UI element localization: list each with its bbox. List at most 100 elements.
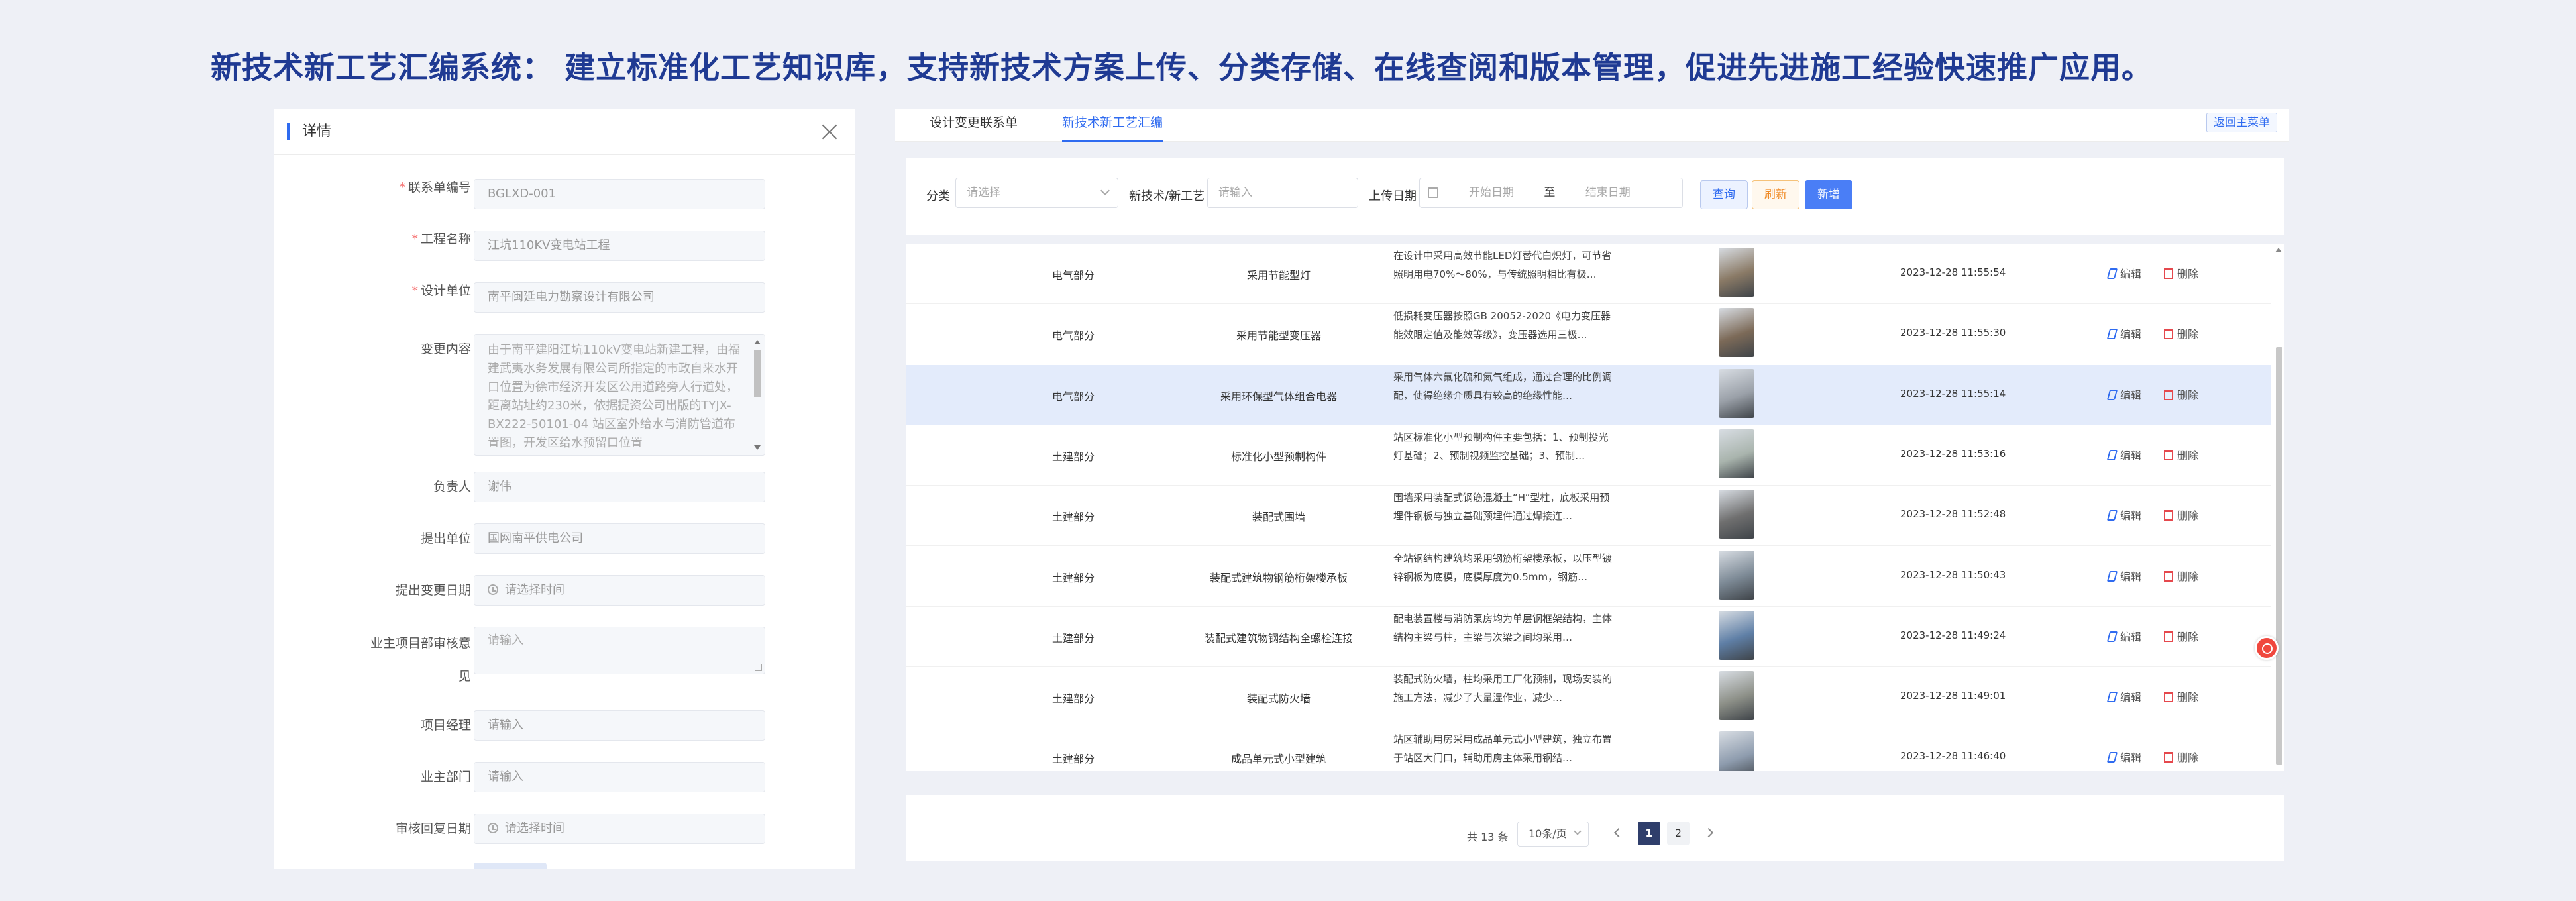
edit-button[interactable]: 编辑: [2106, 265, 2141, 281]
row-thumbnail[interactable]: [1719, 308, 1754, 358]
table-row[interactable]: 土建部分 装配式围墙 围墙采用装配式钢筋混凝土“H”型柱，底板采用预埋件钢板与独立基…: [906, 486, 2271, 547]
edit-icon: [2106, 510, 2118, 521]
row-thumbnail[interactable]: [1719, 671, 1754, 721]
delete-button[interactable]: 删除: [2164, 386, 2198, 402]
edit-button[interactable]: 编辑: [2106, 688, 2141, 704]
edit-icon: [2106, 570, 2118, 582]
delete-button[interactable]: 删除: [2164, 265, 2198, 281]
delete-button[interactable]: 删除: [2164, 447, 2198, 462]
delete-button[interactable]: 删除: [2164, 749, 2198, 765]
row-thumbnail[interactable]: [1719, 731, 1754, 771]
edit-button[interactable]: 编辑: [2106, 447, 2141, 462]
prev-page-icon[interactable]: [1613, 827, 1624, 838]
contact-no-input[interactable]: BGLXD-001: [474, 179, 765, 209]
edit-button[interactable]: 编辑: [2106, 386, 2141, 402]
row-name: 装配式建筑物钢结构全螺栓连接: [1204, 631, 1353, 645]
edit-icon: [2106, 752, 2118, 763]
change-content-textarea[interactable]: 由于南平建阳江坑110kV变电站新建工程，由福建武夷水务发展有限公司所指定的市政…: [474, 334, 765, 456]
page-button-1[interactable]: 1: [1638, 822, 1660, 845]
page-button-2[interactable]: 2: [1667, 822, 1690, 845]
table-scrollbar[interactable]: [2274, 248, 2283, 768]
edit-button[interactable]: 编辑: [2106, 568, 2141, 584]
row-upload-time: 2023-12-28 11:46:40: [1900, 750, 2006, 763]
reply-date-picker[interactable]: 请选择时间: [474, 814, 765, 844]
edit-button[interactable]: 编辑: [2106, 749, 2141, 765]
assistant-float-icon[interactable]: [2255, 636, 2279, 660]
edit-button[interactable]: 编辑: [2106, 628, 2141, 644]
resize-grip-icon[interactable]: [755, 664, 762, 671]
change-content-text: 由于南平建阳江坑110kV变电站新建工程，由福建武夷水务发展有限公司所指定的市政…: [488, 343, 741, 450]
row-name: 成品单元式小型建筑: [1230, 753, 1326, 766]
add-button[interactable]: 新增: [1805, 180, 1852, 209]
delete-button[interactable]: 删除: [2164, 507, 2198, 523]
row-name: 装配式防火墙: [1246, 692, 1311, 706]
trash-icon: [2164, 510, 2173, 521]
row-upload-time: 2023-12-28 11:49:01: [1900, 690, 2006, 702]
row-thumbnail[interactable]: [1719, 550, 1754, 600]
total-count: 共 13 条: [1467, 831, 1509, 843]
row-thumbnail[interactable]: [1719, 610, 1754, 660]
trash-icon: [2164, 631, 2173, 642]
delete-button[interactable]: 删除: [2164, 628, 2198, 644]
change-date-picker[interactable]: 请选择时间: [474, 575, 765, 606]
date-range-picker[interactable]: 开始日期 至 结束日期: [1419, 178, 1683, 208]
field-label: 业主项目部审核意见: [370, 636, 471, 684]
table-row[interactable]: 电气部分 采用环保型气体组合电器 采用气体六氟化硫和氮气组成，通过合理的比例调配，使…: [906, 364, 2271, 425]
row-category: 土建部分: [1051, 511, 1095, 524]
row-thumbnail[interactable]: [1719, 248, 1754, 297]
proposer-unit-input[interactable]: 国网南平供电公司: [474, 523, 765, 554]
row-upload-time: 2023-12-28 11:55:54: [1900, 266, 2006, 278]
trash-icon: [2164, 570, 2173, 582]
table-row[interactable]: 土建部分 装配式建筑物钢筋桁架楼承板 全站钢结构建筑均采用钢筋桁架楼承板，以压型镀锌…: [906, 547, 2271, 607]
field-label: 变更内容: [420, 342, 471, 356]
table-row[interactable]: 土建部分 标准化小型预制构件 站区标准化小型预制构件主要包括：1、预制投光灯基础；2…: [906, 425, 2271, 486]
next-page-icon[interactable]: [1703, 827, 1714, 838]
tab-design-change[interactable]: 设计变更联系单: [930, 113, 1018, 140]
start-date-input[interactable]: 开始日期: [1469, 186, 1514, 199]
row-thumbnail[interactable]: [1719, 368, 1754, 418]
table-row[interactable]: 土建部分 装配式防火墙 装配式防火墙，柱均采用工厂化预制，现场安装的施工方法，减少了…: [906, 667, 2271, 728]
back-to-menu-button[interactable]: 返回主菜单: [2206, 113, 2277, 132]
tech-search-input[interactable]: 请输入: [1207, 178, 1358, 208]
query-button[interactable]: 查询: [1700, 180, 1748, 209]
row-upload-time: 2023-12-28 11:50:43: [1900, 568, 2006, 581]
category-select[interactable]: 请选择: [955, 178, 1118, 208]
tab-new-tech[interactable]: 新技术新工艺汇编: [1062, 113, 1163, 142]
row-description: 配电装置楼与消防泵房均为单层钢框架结构，主体结构主梁与柱，主梁与次梁之间均采用…: [1393, 612, 1613, 643]
delete-button[interactable]: 删除: [2164, 568, 2198, 584]
detail-title: 详情: [287, 123, 331, 140]
table-row[interactable]: 土建部分 成品单元式小型建筑 站区辅助用房采用成品单元式小型建筑，独立布置于站区大门…: [906, 727, 2271, 771]
edit-button[interactable]: 编辑: [2106, 325, 2141, 341]
row-thumbnail[interactable]: [1719, 429, 1754, 478]
page-size-select[interactable]: 10条/页: [1517, 822, 1589, 847]
row-category: 土建部分: [1051, 450, 1095, 463]
trash-icon: [2164, 449, 2173, 460]
edit-icon: [2106, 692, 2118, 703]
owner-input[interactable]: 谢伟: [474, 472, 765, 502]
table-row[interactable]: 电气部分 采用节能型灯 在设计中采用高效节能LED灯替代白炽灯，可节省照明用电70%…: [906, 244, 2271, 304]
row-description: 围墙采用装配式钢筋混凝土“H”型柱，底板采用预埋件钢板与独立基础预埋件通过焊接连…: [1393, 492, 1610, 523]
project-manager-input[interactable]: 请输入: [474, 710, 765, 741]
table-row[interactable]: 电气部分 采用节能型变压器 低损耗变压器按照GB 20052-2020《电力变压器能…: [906, 304, 2271, 365]
owner-dept-input[interactable]: 请输入: [474, 762, 765, 792]
design-unit-input[interactable]: 南平闽延电力勘察设计有限公司: [474, 282, 765, 313]
row-upload-time: 2023-12-28 11:52:48: [1900, 508, 2006, 521]
row-description: 站区辅助用房采用成品单元式小型建筑，独立布置于站区大门口，辅助用房主体采用钢结…: [1393, 733, 1613, 765]
close-icon[interactable]: [820, 122, 839, 142]
pagination: 共 13 条 10条/页 1 2: [906, 795, 2284, 861]
detail-panel: 详情 * 联系单编号 BGLXD-001 * 工程名称 江坑110KV变电站工程 *…: [274, 109, 855, 869]
review-opinion-textarea[interactable]: 请输入: [474, 627, 765, 674]
textarea-scrollbar[interactable]: [753, 339, 762, 451]
delete-button[interactable]: 删除: [2164, 325, 2198, 341]
row-category: 电气部分: [1051, 269, 1095, 282]
row-name: 标准化小型预制构件: [1230, 450, 1326, 463]
table-row[interactable]: 土建部分 装配式建筑物钢结构全螺栓连接 配电装置楼与消防泵房均为单层钢框架结构，主体…: [906, 607, 2271, 667]
detail-footer-button[interactable]: [474, 863, 547, 869]
edit-button[interactable]: 编辑: [2106, 507, 2141, 523]
refresh-button[interactable]: 刷新: [1752, 180, 1799, 209]
delete-button[interactable]: 删除: [2164, 688, 2198, 704]
row-thumbnail[interactable]: [1719, 490, 1754, 539]
row-description: 在设计中采用高效节能LED灯替代白炽灯，可节省照明用电70%～80%，与传统照明…: [1393, 250, 1612, 280]
end-date-input[interactable]: 结束日期: [1585, 186, 1631, 199]
project-name-input[interactable]: 江坑110KV变电站工程: [474, 231, 765, 261]
